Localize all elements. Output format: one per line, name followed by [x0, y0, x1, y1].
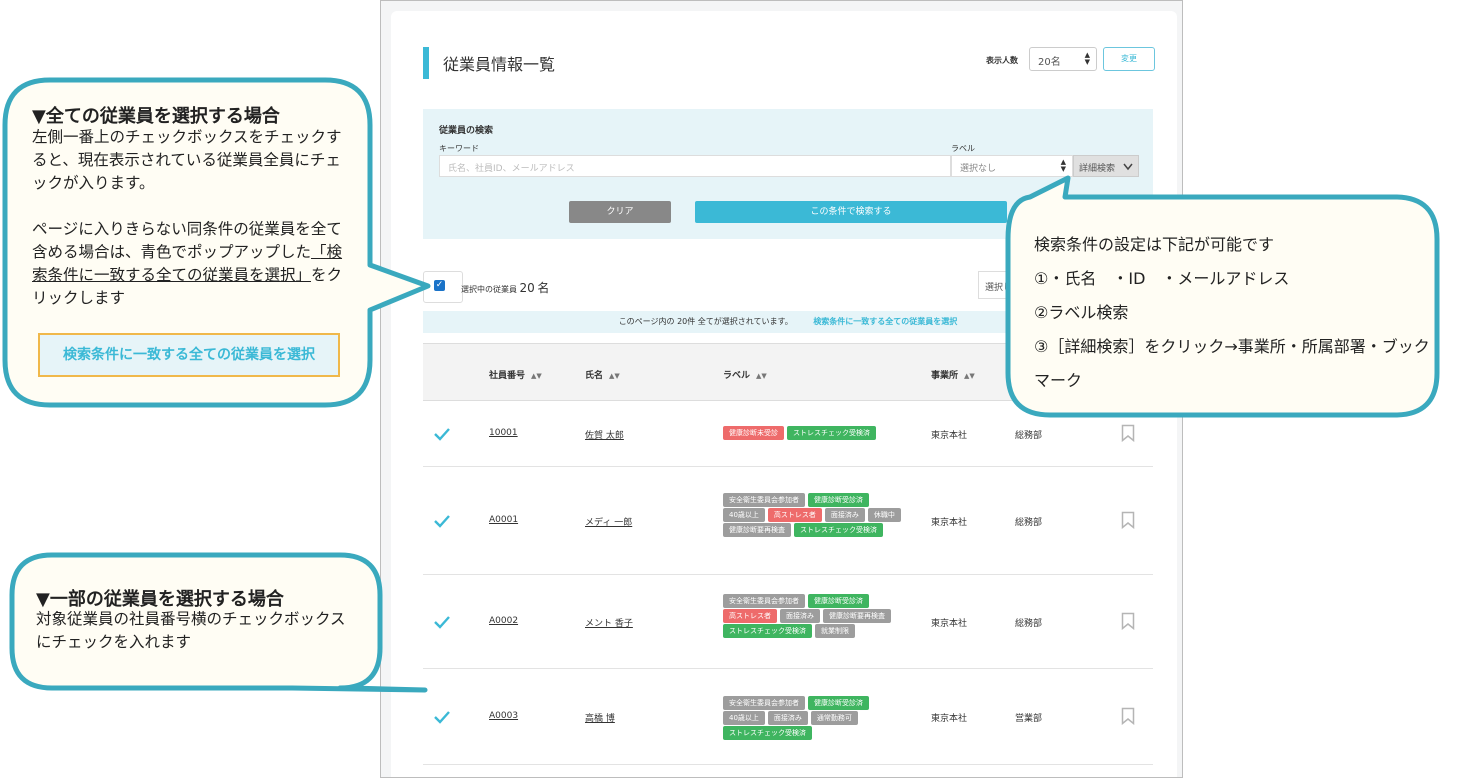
callout-text2-pre: ページに入りきらない同条件の従業員を全て含める場合は、青色でポップアップした: [32, 220, 342, 261]
callout-select-all-example-button: 検索条件に一致する全ての従業員を選択: [38, 333, 340, 377]
callout-search-line: ②ラベル検索: [1034, 303, 1129, 322]
callout-select-all-title: ▼全ての従業員を選択する場合: [32, 106, 280, 127]
callout-select-all-text1: 左側一番上のチェックボックスをチェックすると、現在表示されている従業員全員にチェ…: [32, 128, 342, 192]
callout-select-all-body: 左側一番上のチェックボックスをチェックすると、現在表示されている従業員全員にチェ…: [32, 126, 348, 310]
callout-search-line: 検索条件の設定は下記が可能です: [1034, 235, 1275, 254]
callout-search-line: ③［詳細検索］をクリック→事業所・所属部署・ブックマーク: [1034, 337, 1430, 390]
callout-select-all-text2: ページに入りきらない同条件の従業員を全て含める場合は、青色でポップアップした「検…: [32, 218, 348, 310]
callout-search-conditions-body: 検索条件の設定は下記が可能です ①・氏名 ・ID ・メールアドレス ②ラベル検索…: [1034, 228, 1434, 398]
callout-search-line: ①・氏名 ・ID ・メールアドレス: [1034, 269, 1290, 288]
callout-select-some-body: 対象従業員の社員番号横のチェックボックスにチェックを入れます: [36, 610, 346, 651]
